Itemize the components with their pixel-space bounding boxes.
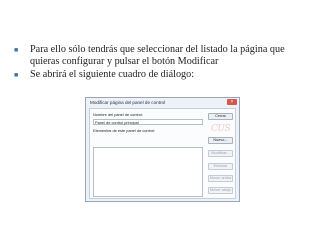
edit-button[interactable]: Modificar...: [208, 150, 233, 157]
move-down-button[interactable]: Mover abajo: [208, 187, 233, 194]
bullet-item-2: ■ Se abrirá el siguiente cuadro de diálo…: [14, 69, 314, 81]
items-label: Elementos de este panel de control:: [93, 128, 156, 133]
bullet-marker-icon: ■: [14, 71, 19, 79]
bullet-item-1: ■ Para ello sólo tendrás que seleccionar…: [14, 44, 314, 68]
name-label: Nombre del panel de control:: [93, 112, 143, 117]
bullet-marker-icon: ■: [14, 46, 19, 54]
bullet-text: Se abrirá el siguiente cuadro de diálogo…: [30, 69, 195, 80]
delete-button[interactable]: Eliminar: [208, 163, 233, 170]
window-close-button[interactable]: ×: [227, 99, 237, 105]
new-button[interactable]: Nuevo...: [208, 137, 233, 144]
close-button[interactable]: Cerrar: [208, 113, 233, 120]
bullet-text: Para ello sólo tendrás que seleccionar d…: [30, 44, 285, 67]
move-up-button[interactable]: Mover arriba: [208, 175, 233, 182]
dialog-panel: Nombre del panel de control: Panel de co…: [89, 108, 236, 199]
edit-switchboard-dialog: Modificar página del panel de control × …: [85, 97, 240, 202]
name-field[interactable]: Panel de control principal: [93, 119, 203, 125]
watermark-logo: CUS: [211, 124, 231, 134]
dialog-title: Modificar página del panel de control: [90, 100, 166, 105]
items-list[interactable]: [93, 147, 203, 197]
